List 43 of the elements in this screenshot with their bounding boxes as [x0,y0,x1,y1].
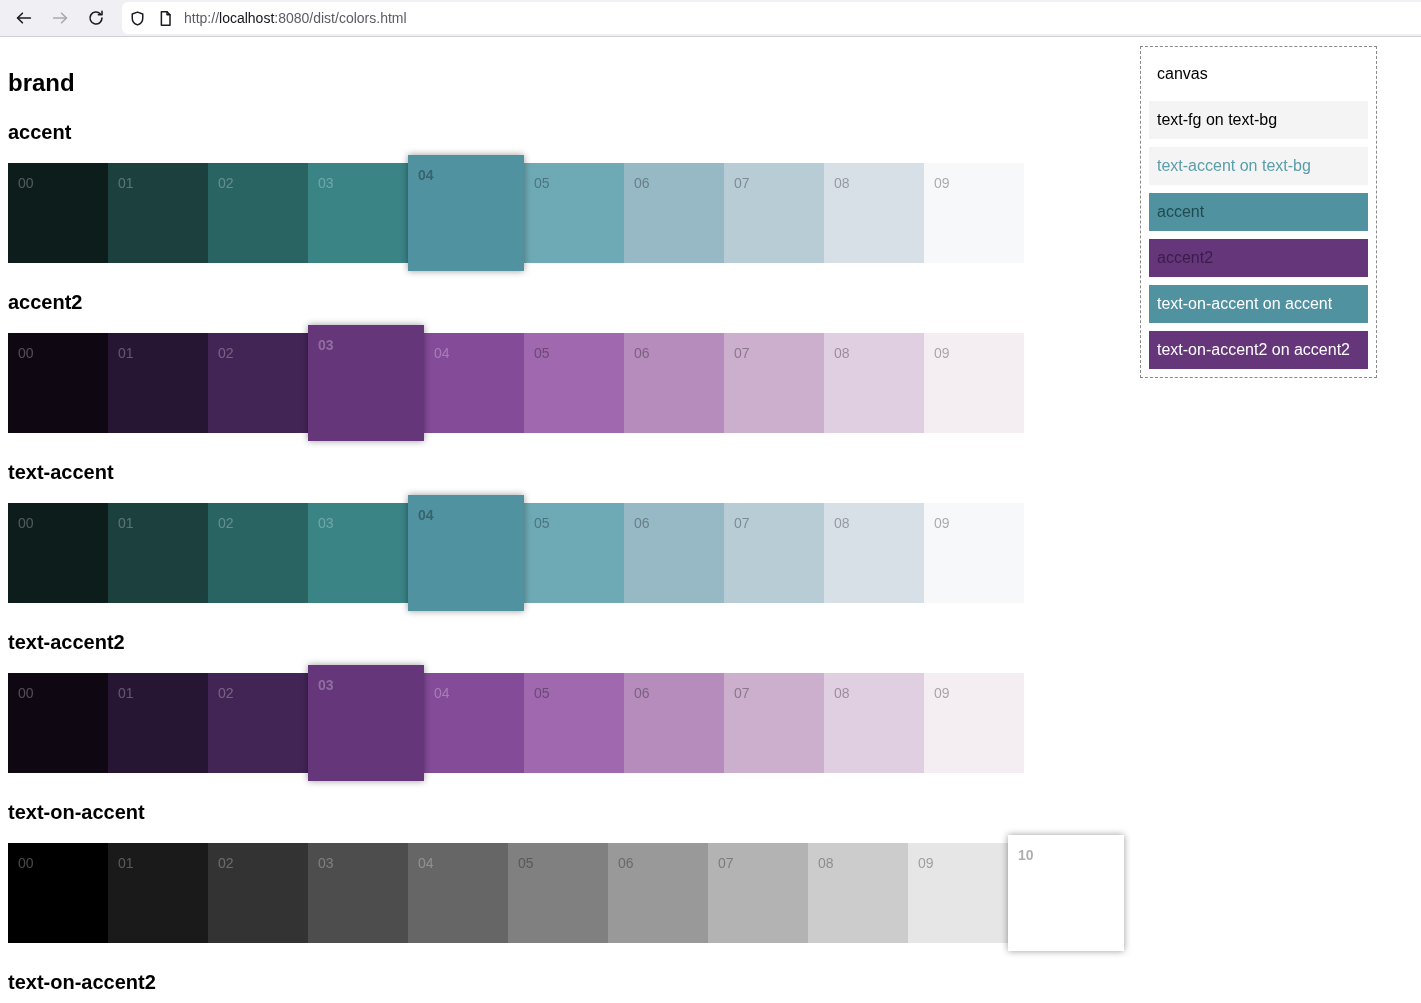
sample-label: canvas [1157,64,1208,84]
section-heading: text-on-accent [8,800,146,825]
color-swatch: 07 [724,503,824,603]
section-heading: text-accent2 [8,630,126,655]
color-swatch: 00 [8,843,108,943]
color-swatch: 09 [924,673,1024,773]
section-heading: accent2 [8,290,84,315]
sample-label: accent [1157,202,1205,222]
sample-label: text-on-accent2 on accent2 [1157,340,1350,360]
shield-icon [130,10,145,26]
sample-label: text-fg on text-bg [1157,110,1278,130]
color-swatch: 08 [824,503,924,603]
color-swatch: 06 [624,503,724,603]
sample-label: text-on-accent on accent [1157,294,1333,314]
color-swatch: 10 [1008,835,1124,951]
color-swatch: 00 [8,333,108,433]
color-swatch: 09 [924,163,1024,263]
color-swatch: 01 [108,673,208,773]
color-swatch: 07 [724,673,824,773]
section-heading: text-on-accent2 [8,970,157,995]
section-heading: text-accent [8,460,115,485]
color-swatch: 06 [624,163,724,263]
color-swatch: 09 [924,333,1024,433]
color-swatch: 08 [824,333,924,433]
color-swatch: 09 [908,843,1008,943]
color-swatch: 07 [724,333,824,433]
color-swatch: 01 [108,333,208,433]
color-swatch: 00 [8,673,108,773]
color-swatch: 08 [824,163,924,263]
page-heading: brand [8,68,76,98]
forward-arrow-icon [52,10,68,26]
color-swatch: 08 [824,673,924,773]
color-swatch: 08 [808,843,908,943]
color-swatch: 09 [924,503,1024,603]
reload-icon [88,10,104,26]
back-arrow-icon [16,10,32,26]
color-swatch: 00 [8,503,108,603]
address-field[interactable]: http://localhost:8080/dist/colors.html [122,2,1421,34]
color-swatch: 07 [724,163,824,263]
page-icon [158,10,173,26]
section-heading: accent [8,120,73,145]
color-swatch: 00 [8,163,108,263]
sample-label: text-accent on text-bg [1157,156,1311,176]
